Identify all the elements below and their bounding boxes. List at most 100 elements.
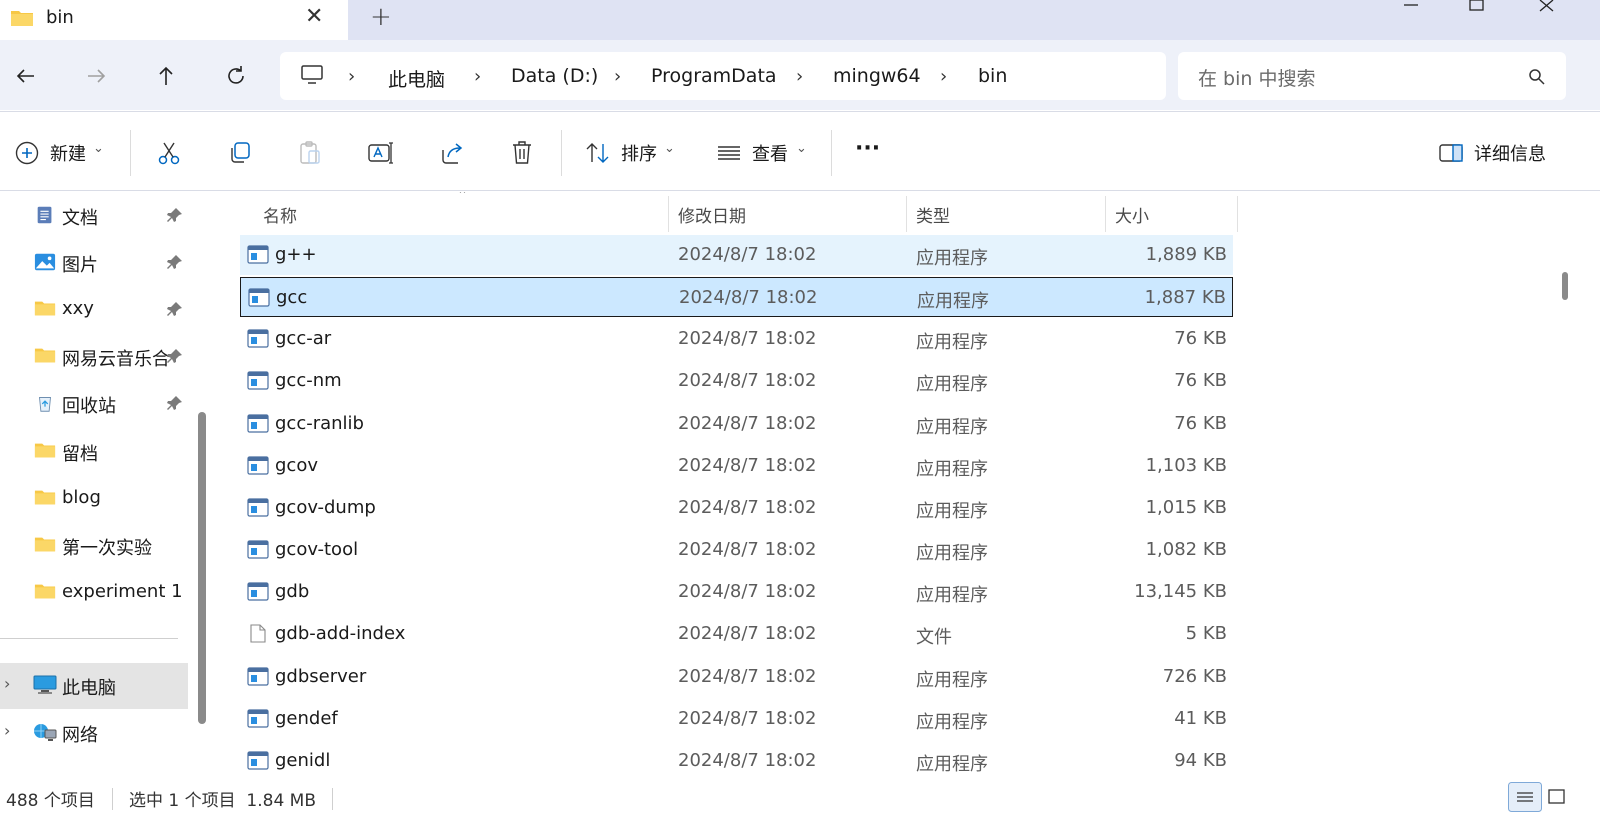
large-icons-view-icon[interactable] bbox=[1546, 786, 1568, 808]
pin-icon[interactable] bbox=[167, 395, 183, 411]
tab-close-icon[interactable]: ✕ bbox=[305, 4, 323, 29]
file-row[interactable]: gdbserver 2024/8/7 18:02 应用程序 726 KB bbox=[240, 657, 1233, 697]
file-row[interactable]: gcc 2024/8/7 18:02 应用程序 1,887 KB bbox=[240, 277, 1233, 318]
details-view-icon[interactable] bbox=[1508, 782, 1542, 812]
sidebar-item-label: 网络 bbox=[62, 725, 98, 746]
file-size: 76 KB bbox=[1174, 328, 1227, 350]
sidebar-item-label: 文档 bbox=[62, 208, 98, 229]
breadcrumb-mingw64[interactable]: mingw64 bbox=[833, 65, 921, 87]
file-type: 应用程序 bbox=[916, 248, 988, 269]
sidebar-item[interactable]: 第一次实验 bbox=[0, 523, 188, 569]
chevron-right-icon[interactable]: › bbox=[474, 66, 481, 87]
share-icon[interactable] bbox=[439, 138, 465, 168]
sidebar-item-label: 图片 bbox=[62, 255, 98, 277]
pin-icon[interactable] bbox=[167, 207, 183, 223]
chevron-right-icon[interactable]: › bbox=[4, 674, 10, 693]
folder-icon bbox=[34, 584, 56, 599]
paste-icon[interactable] bbox=[297, 138, 323, 168]
chevron-right-icon[interactable]: › bbox=[940, 66, 947, 87]
sidebar-item[interactable]: experiment 1 bbox=[0, 570, 188, 616]
file-row[interactable]: gcov-tool 2024/8/7 18:02 应用程序 1,082 KB bbox=[240, 530, 1233, 570]
sidebar-item[interactable]: blog bbox=[0, 476, 188, 522]
navigation-pane: 文档 图片 xxy 网易云音乐合 回收站 留档 blog 第一次实验 experiment 1 … bbox=[0, 192, 196, 778]
new-label: 新建 bbox=[50, 144, 86, 165]
maximize-icon[interactable] bbox=[1468, 0, 1486, 12]
sidebar-item[interactable]: 留档 bbox=[0, 429, 188, 475]
close-icon[interactable] bbox=[1538, 0, 1556, 12]
refresh-icon[interactable] bbox=[220, 60, 252, 92]
back-arrow-icon[interactable] bbox=[10, 60, 42, 92]
breadcrumb-programdata[interactable]: ProgramData bbox=[651, 65, 777, 87]
file-row[interactable]: g++ 2024/8/7 18:02 应用程序 1,889 KB bbox=[240, 235, 1233, 275]
copy-icon[interactable] bbox=[227, 138, 253, 168]
more-options-icon[interactable]: ··· bbox=[855, 136, 880, 161]
title-bar: bin ✕ + bbox=[0, 0, 1600, 40]
document-icon bbox=[37, 206, 52, 224]
file-row[interactable]: gdb-add-index 2024/8/7 18:02 文件 5 KB bbox=[240, 614, 1233, 654]
picture-icon bbox=[34, 253, 56, 271]
file-name: gcc-ranlib bbox=[275, 412, 364, 434]
computer-icon bbox=[301, 65, 323, 84]
column-header-name[interactable]: 名称 bbox=[263, 202, 297, 227]
file-list-scrollbar[interactable] bbox=[1564, 192, 1600, 778]
sidebar-item[interactable]: xxy bbox=[0, 287, 188, 333]
recycle-bin-icon bbox=[38, 397, 52, 413]
file-row[interactable]: genidl 2024/8/7 18:02 应用程序 94 KB bbox=[240, 741, 1233, 778]
up-arrow-icon[interactable] bbox=[150, 60, 182, 92]
file-row[interactable]: gcov-dump 2024/8/7 18:02 应用程序 1,015 KB bbox=[240, 488, 1233, 528]
folder-icon bbox=[34, 348, 56, 363]
new-tab-button[interactable]: + bbox=[370, 2, 392, 32]
search-input[interactable]: 在 bin 中搜索 bbox=[1178, 52, 1566, 100]
search-icon[interactable] bbox=[1528, 68, 1546, 86]
file-name: gcc-nm bbox=[275, 370, 342, 392]
breadcrumb-bin[interactable]: bin bbox=[978, 65, 1007, 87]
file-row[interactable]: gendef 2024/8/7 18:02 应用程序 41 KB bbox=[240, 699, 1233, 739]
chevron-right-icon[interactable]: › bbox=[796, 66, 803, 87]
column-header-type[interactable]: 类型 bbox=[916, 202, 950, 227]
application-icon bbox=[247, 371, 269, 391]
sidebar-scrollbar-thumb[interactable] bbox=[198, 412, 206, 724]
tab-bin[interactable]: bin ✕ bbox=[0, 0, 348, 40]
file-type: 应用程序 bbox=[916, 416, 988, 438]
file-name: genidl bbox=[275, 749, 331, 771]
sidebar-item[interactable]: 图片 bbox=[0, 240, 188, 286]
file-type: 应用程序 bbox=[916, 374, 988, 396]
delete-icon[interactable] bbox=[510, 138, 534, 168]
sidebar-item-network[interactable]: › 网络 bbox=[0, 710, 188, 756]
address-bar[interactable]: › 此电脑 › Data (D:) › ProgramData › mingw6… bbox=[280, 52, 1166, 100]
file-name: gcov bbox=[275, 454, 318, 476]
application-icon bbox=[247, 709, 269, 728]
minimize-icon[interactable] bbox=[1402, 0, 1420, 10]
file-size: 13,145 KB bbox=[1134, 581, 1227, 603]
breadcrumb-data-d[interactable]: Data (D:) bbox=[511, 65, 598, 87]
pin-icon[interactable] bbox=[167, 348, 183, 364]
file-type: 应用程序 bbox=[916, 753, 988, 775]
rename-icon[interactable] bbox=[367, 138, 395, 168]
file-row[interactable]: gdb 2024/8/7 18:02 应用程序 13,145 KB bbox=[240, 572, 1233, 612]
file-name: gdbserver bbox=[275, 665, 367, 687]
sidebar-item[interactable]: 文档 bbox=[0, 193, 188, 239]
chevron-right-icon[interactable]: › bbox=[348, 66, 355, 87]
sidebar-item[interactable]: 网易云音乐合 bbox=[0, 334, 188, 380]
application-icon bbox=[247, 329, 269, 348]
folder-icon bbox=[11, 11, 33, 26]
sidebar-item[interactable]: 回收站 bbox=[0, 381, 188, 427]
chevron-right-icon[interactable]: › bbox=[4, 721, 10, 740]
column-header-date[interactable]: 修改日期 bbox=[678, 202, 746, 227]
file-list-scrollbar-thumb[interactable] bbox=[1562, 272, 1568, 300]
file-row[interactable]: gcov 2024/8/7 18:02 应用程序 1,103 KB bbox=[240, 446, 1233, 486]
forward-arrow-icon[interactable] bbox=[80, 60, 112, 92]
file-row[interactable]: gcc-nm 2024/8/7 18:02 应用程序 76 KB bbox=[240, 361, 1233, 401]
view-list-icon bbox=[718, 146, 740, 160]
chevron-down-icon: ⌄ bbox=[93, 141, 104, 156]
breadcrumb-this-pc[interactable]: 此电脑 bbox=[388, 65, 445, 92]
file-row[interactable]: gcc-ar 2024/8/7 18:02 应用程序 76 KB bbox=[240, 319, 1233, 359]
pin-icon[interactable] bbox=[167, 254, 183, 270]
file-row[interactable]: gcc-ranlib 2024/8/7 18:02 应用程序 76 KB bbox=[240, 404, 1233, 444]
cut-icon[interactable] bbox=[156, 138, 182, 168]
sidebar-item-this-pc[interactable]: › 此电脑 bbox=[0, 663, 188, 709]
pin-icon[interactable] bbox=[167, 301, 183, 317]
column-header-size[interactable]: 大小 bbox=[1115, 202, 1149, 227]
chevron-right-icon[interactable]: › bbox=[614, 66, 621, 87]
file-date: 2024/8/7 18:02 bbox=[678, 749, 817, 771]
